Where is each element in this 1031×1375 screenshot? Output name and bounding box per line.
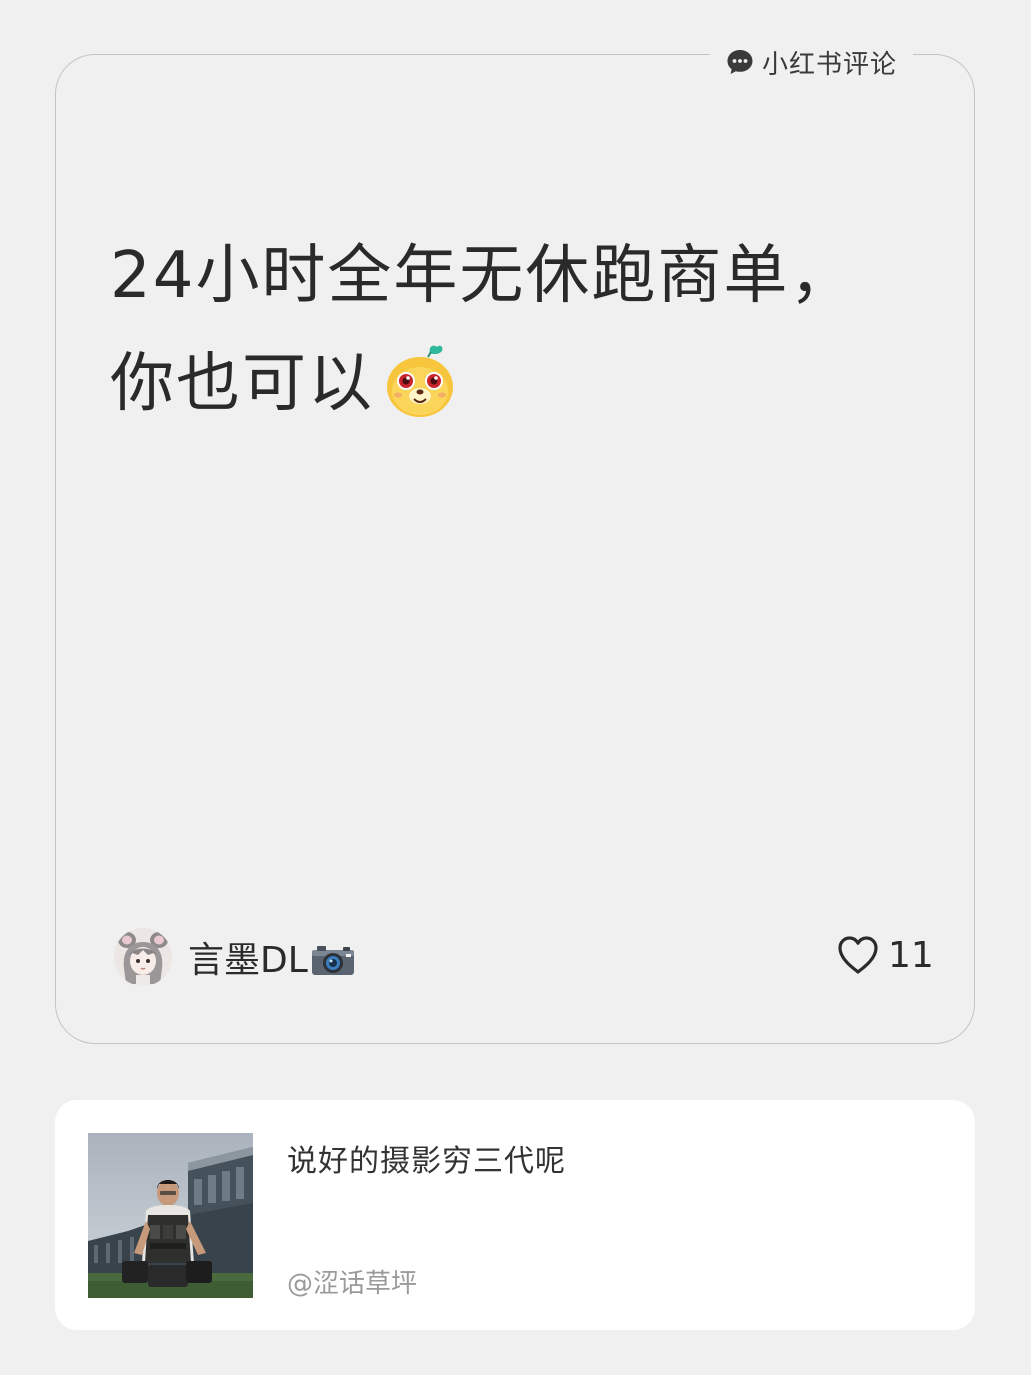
comment-text: 24小时全年无休跑商单， 你也可以 (110, 222, 910, 438)
post-author[interactable]: @涩话草坪 (287, 1263, 417, 1300)
source-label: 小红书评论 (762, 49, 898, 80)
like-count: 11 (888, 934, 934, 976)
yellow-dog-sticker-icon (387, 346, 453, 418)
linked-post-card[interactable]: 说好的摄影穷三代呢 @涩话草坪 (55, 1100, 975, 1330)
anime-girl-avatar-icon (114, 928, 172, 986)
like-button[interactable]: 11 (836, 934, 934, 976)
post-title[interactable]: 说好的摄影穷三代呢 (287, 1136, 566, 1180)
post-thumbnail[interactable] (88, 1133, 253, 1298)
comment-card (55, 54, 975, 1044)
author-name-row: 言墨DL (188, 931, 356, 983)
comment-line-2: 你也可以 (110, 347, 374, 421)
avatar[interactable] (114, 928, 172, 986)
chat-bubble-icon (727, 50, 753, 74)
source-tag: 小红书评论 (710, 42, 914, 82)
heart-outline-icon (838, 936, 878, 974)
comment-line-1: 24小时全年无休跑商单， (110, 239, 856, 313)
author-name: 言墨DL (188, 940, 308, 981)
photographer-with-gear-photo-icon (88, 1133, 253, 1298)
comment-line-2-wrap: 你也可以 (110, 330, 910, 438)
comment-author[interactable]: 言墨DL (114, 928, 356, 986)
camera-icon (311, 946, 354, 975)
